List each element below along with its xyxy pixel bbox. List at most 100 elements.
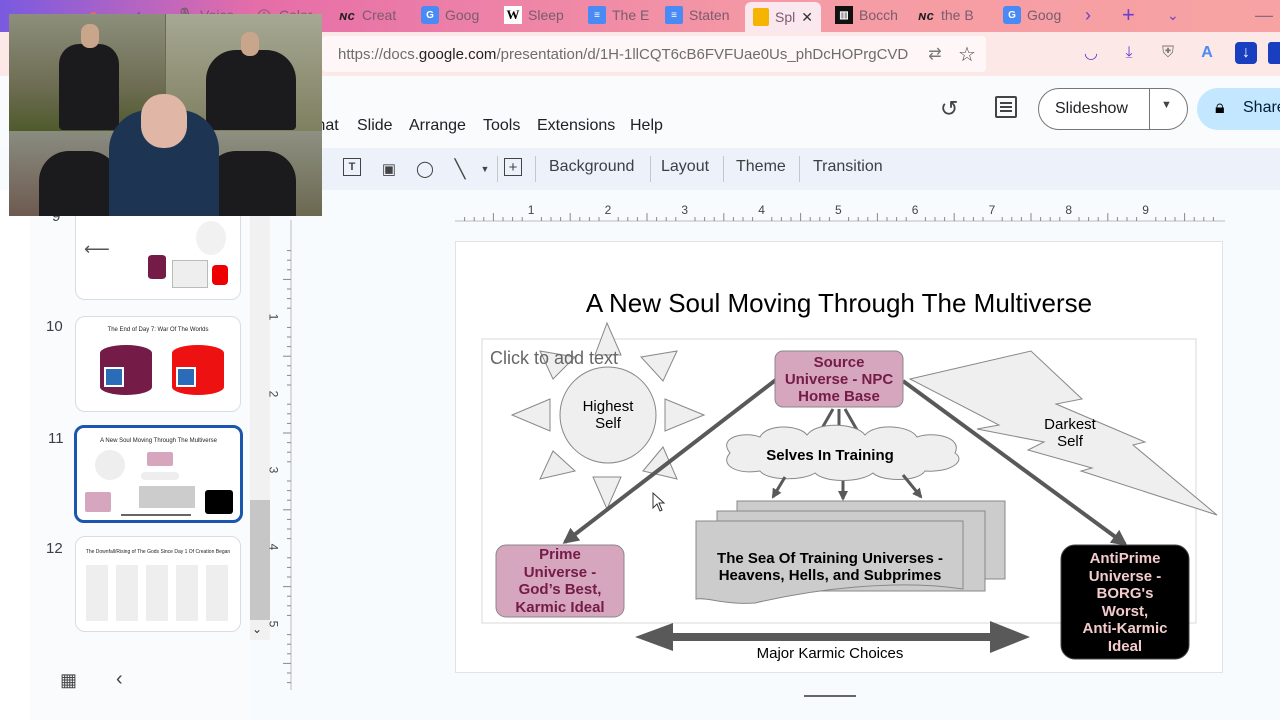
lock-icon: 🔒︎ bbox=[1215, 97, 1225, 117]
red-cylinder-shape bbox=[212, 265, 228, 285]
extension-icon[interactable] bbox=[1268, 42, 1280, 64]
bookmark-star-icon[interactable]: ☆ bbox=[956, 43, 978, 66]
double-arrow-shape bbox=[121, 514, 191, 516]
tab-create[interactable]: ɴc Creat bbox=[338, 0, 400, 30]
tab-docs-statement[interactable]: ≡ Staten bbox=[665, 0, 731, 30]
selves-in-training-label: Selves In Training bbox=[766, 447, 894, 464]
filmstrip-scrollbar-thumb[interactable] bbox=[250, 500, 270, 620]
google-docs-icon: ≡ bbox=[665, 6, 683, 24]
version-history-icon[interactable]: ↺ bbox=[940, 96, 958, 122]
translate-extension-icon[interactable]: A bbox=[1196, 42, 1218, 64]
pocket-icon[interactable]: ◡ bbox=[1080, 42, 1102, 64]
theme-button[interactable]: Theme bbox=[736, 158, 786, 176]
tab-google-translate-2[interactable]: G Goog bbox=[1003, 0, 1065, 30]
menu-arrange[interactable]: Arrange bbox=[409, 117, 466, 135]
text-box-icon[interactable]: T bbox=[343, 158, 361, 176]
ruler-number: 9 bbox=[1142, 203, 1149, 217]
mouse-cursor-icon bbox=[652, 492, 666, 512]
slide-thumbnail-10[interactable]: The End of Day 7: War Of The Worlds bbox=[75, 316, 241, 412]
background-button[interactable]: Background bbox=[549, 158, 634, 176]
tab-slides-active[interactable]: Spl ✕ bbox=[745, 2, 821, 32]
speaker-notes-handle[interactable] bbox=[804, 695, 856, 697]
slide-number: 12 bbox=[46, 540, 63, 557]
thumbnail-title: The Downfall/Rising of The Gods Since Da… bbox=[85, 549, 231, 555]
slide-thumbnail-9[interactable]: Evolution of the Multiverse: The 8th Day… bbox=[75, 204, 241, 300]
highest-self-label: Highest Self bbox=[582, 398, 634, 432]
scroll-down-icon[interactable]: ⌄ bbox=[252, 622, 262, 636]
tab-bocch[interactable]: ▥ Bocch bbox=[835, 0, 901, 30]
ruler-number: 5 bbox=[266, 620, 281, 628]
face bbox=[81, 24, 99, 48]
slideshow-button[interactable]: Slideshow ▼ bbox=[1038, 88, 1188, 130]
tab-wikipedia[interactable]: W Sleep bbox=[504, 0, 566, 30]
toolbar bbox=[300, 148, 1280, 190]
line-icon[interactable]: ╲ bbox=[449, 158, 471, 180]
menu-slide[interactable]: Slide bbox=[357, 117, 393, 135]
menu-tools[interactable]: Tools bbox=[483, 117, 520, 135]
transition-button[interactable]: Transition bbox=[813, 158, 883, 176]
new-tab-icon[interactable]: + bbox=[1122, 0, 1135, 30]
slide-title[interactable]: A New Soul Moving Through The Multiverse bbox=[455, 288, 1223, 319]
list-tabs-icon[interactable]: ⌄ bbox=[1167, 0, 1179, 30]
slideshow-dropdown-icon[interactable]: ▼ bbox=[1161, 99, 1172, 111]
collapse-panel-icon[interactable]: ‹ bbox=[116, 668, 123, 691]
antiprime-universe-label: AntiPrime Universe - BORG's Worst, Anti-Karm… bbox=[1082, 550, 1168, 655]
masked-figure bbox=[59, 44, 119, 130]
ruler-number: 7 bbox=[988, 203, 996, 217]
ruler-number: 1 bbox=[266, 313, 281, 321]
slide-thumbnail-12[interactable]: The Downfall/Rising of The Gods Since Da… bbox=[75, 536, 241, 632]
minimize-icon[interactable]: — bbox=[1255, 0, 1273, 30]
cloud-shape bbox=[141, 472, 179, 480]
slide-number: 10 bbox=[46, 318, 63, 335]
ruler-number: 4 bbox=[266, 543, 281, 551]
thumbnail-title: A New Soul Moving Through The Multiverse bbox=[100, 438, 217, 444]
nc-logo-icon: ɴc bbox=[918, 7, 934, 23]
tab-the-b[interactable]: ɴc the B bbox=[917, 0, 981, 30]
slide-thumbnail-11[interactable]: A New Soul Moving Through The Multiverse bbox=[74, 425, 243, 523]
masked-figure bbox=[206, 50, 296, 130]
presenter-video bbox=[109, 94, 219, 216]
google-docs-icon: ≡ bbox=[588, 6, 606, 24]
new-comment-icon[interactable]: + bbox=[504, 158, 522, 176]
url-bar[interactable]: https://docs.google.com/presentation/d/1… bbox=[322, 36, 986, 72]
layout-button[interactable]: Layout bbox=[661, 158, 709, 176]
grid-view-icon[interactable]: ▦ bbox=[60, 670, 77, 691]
masked-figure bbox=[39, 151, 119, 216]
stack-shape bbox=[139, 486, 195, 508]
slide-number: 11 bbox=[48, 430, 64, 447]
download-extension-icon[interactable]: ↓ bbox=[1235, 42, 1257, 64]
toolbar-divider bbox=[799, 156, 800, 182]
karmic-choices-label: Major Karmic Choices bbox=[756, 645, 904, 662]
translate-page-icon[interactable]: ⇄ bbox=[924, 43, 946, 65]
shield-icon[interactable]: ⛨ bbox=[1157, 42, 1179, 64]
share-button[interactable]: 🔒︎ Share bbox=[1197, 88, 1280, 130]
prime-universe-label: Prime Universe - God’s Best, Karmic Ideal bbox=[515, 546, 605, 616]
source-box bbox=[147, 452, 173, 466]
scroll-tabs-right-icon[interactable]: › bbox=[1085, 0, 1091, 30]
menu-extensions[interactable]: Extensions bbox=[537, 117, 615, 135]
comments-icon[interactable] bbox=[995, 96, 1017, 118]
ruler-number: 2 bbox=[266, 390, 281, 397]
shape-icon[interactable]: ◯ bbox=[414, 158, 436, 180]
antiprime-box bbox=[205, 490, 233, 514]
wikipedia-icon: W bbox=[504, 6, 522, 24]
earth-image bbox=[176, 367, 196, 387]
divider bbox=[1149, 89, 1150, 129]
menu-help[interactable]: Help bbox=[630, 117, 663, 135]
line-dropdown-icon[interactable]: ▼ bbox=[474, 158, 496, 180]
red-cylinder-shape bbox=[172, 345, 224, 395]
tab-docs-the[interactable]: ≡ The E bbox=[588, 0, 650, 30]
toolbar-divider bbox=[650, 156, 651, 182]
nc-logo-icon: ɴc bbox=[339, 7, 355, 23]
image-icon[interactable]: ▣ bbox=[378, 158, 400, 180]
url-text[interactable]: https://docs.google.com/presentation/d/1… bbox=[338, 46, 908, 63]
ruler-number: 5 bbox=[835, 203, 842, 217]
thumbnail-title: The End of Day 7: War Of The Worlds bbox=[107, 327, 209, 333]
arrow-left-icon: ⟵ bbox=[84, 239, 110, 259]
sea-label: The Sea Of Training Universes - Heavens, … bbox=[717, 550, 943, 584]
close-tab-icon[interactable]: ✕ bbox=[801, 9, 813, 26]
body-placeholder[interactable]: Click to add text bbox=[490, 348, 618, 369]
toolbar-divider bbox=[723, 156, 724, 182]
downloads-icon[interactable]: ⤓ bbox=[1118, 42, 1140, 64]
tab-google-translate[interactable]: G Goog bbox=[421, 0, 481, 30]
